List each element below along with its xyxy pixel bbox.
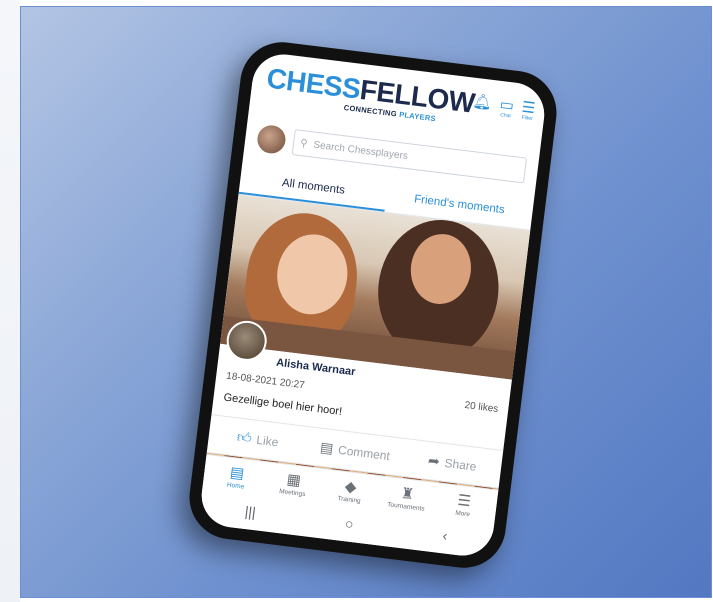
filter-icon: ☰ [520,98,537,118]
recents-button[interactable]: ||| [244,503,257,520]
nav-training[interactable]: ◆ Training [320,475,380,507]
chat-icon: ▭ [498,96,515,115]
bell-icon: 🔔︎ [471,92,493,112]
filter-button[interactable]: ☰ Filter [520,98,537,122]
nav-tournaments[interactable]: ♜ Tournaments [377,482,437,514]
nav-home[interactable]: ▤ Home [207,461,267,493]
comment-icon: ▤ [319,438,335,457]
share-label: Share [443,455,478,474]
promo-background: CHESSFELLOW CONNECTING PLAYERS 🔔︎ ▭ Chat [20,6,712,598]
post-likes-count[interactable]: 20 likes [464,400,499,415]
back-button[interactable]: ‹ [442,527,449,543]
search-placeholder: Search Chessplayers [312,139,409,162]
chat-button[interactable]: ▭ Chat [498,96,515,120]
nav-more[interactable]: ☰ More [434,489,494,521]
nav-meetings[interactable]: ▦ Meetings [263,468,323,500]
comment-label: Comment [337,442,391,463]
like-label: Like [255,432,280,449]
user-avatar[interactable] [255,123,288,155]
feed: Alisha Warnaar 18-08-2021 20:27 20 likes… [206,194,531,490]
phone-screen: CHESSFELLOW CONNECTING PLAYERS 🔔︎ ▭ Chat [198,50,548,560]
phone-frame: CHESSFELLOW CONNECTING PLAYERS 🔔︎ ▭ Chat [184,37,562,573]
search-icon: ⚲ [299,137,309,150]
logo-chess: CHESS [264,62,363,105]
notifications-button[interactable]: 🔔︎ [471,92,493,117]
home-system-button[interactable]: ○ [344,515,354,532]
thumbs-up-icon: 👍︎ [236,428,253,447]
phone-mockup: CHESSFELLOW CONNECTING PLAYERS 🔔︎ ▭ Chat [184,37,562,573]
post-timestamp: 18-08-2021 20:27 [225,370,306,392]
left-margin [0,0,20,602]
share-icon: ➦ [427,451,441,470]
